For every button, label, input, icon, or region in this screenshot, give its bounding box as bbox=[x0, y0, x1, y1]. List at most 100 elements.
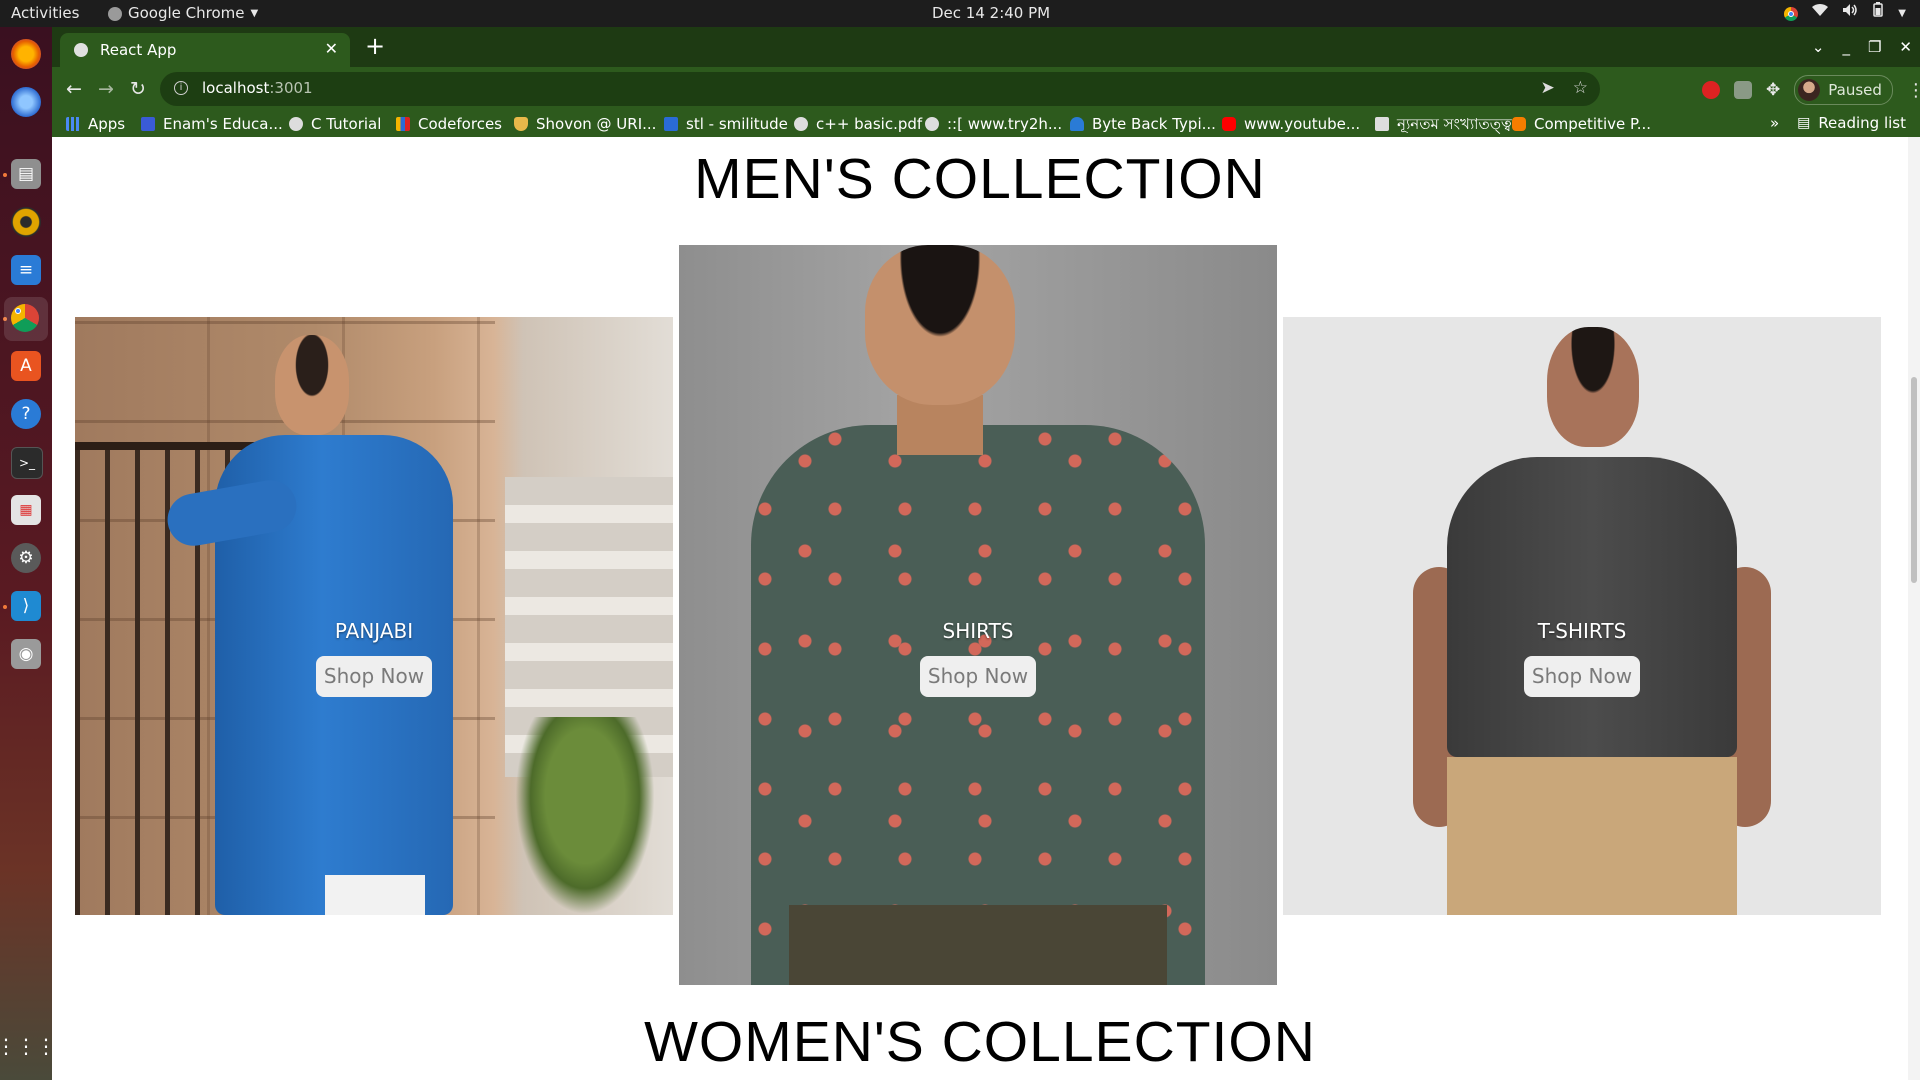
files-icon[interactable]: ▤ bbox=[11, 159, 41, 189]
blogger-icon bbox=[1512, 117, 1526, 131]
back-button[interactable]: ← bbox=[60, 75, 88, 103]
new-tab-button[interactable]: + bbox=[360, 32, 390, 62]
profile-status: Paused bbox=[1828, 81, 1882, 99]
tshirts-card: T-SHIRTS Shop Now bbox=[1283, 317, 1881, 915]
help-icon[interactable]: ? bbox=[11, 399, 41, 429]
doc-icon bbox=[1375, 117, 1389, 131]
bookmark-label: Shovon @ URI... bbox=[536, 115, 657, 133]
youtube-icon bbox=[1222, 117, 1236, 131]
shirts-card: SHIRTS Shop Now bbox=[679, 245, 1277, 985]
mens-collection-heading: MEN'S COLLECTION bbox=[694, 147, 1266, 211]
trophy-icon bbox=[514, 117, 528, 131]
bookmark-label: c++ basic.pdf bbox=[816, 115, 923, 133]
running-indicator bbox=[3, 605, 7, 609]
extension-grey-icon[interactable] bbox=[1734, 81, 1752, 99]
bookmark-item[interactable]: www.youtube... bbox=[1222, 111, 1360, 137]
reading-list-button[interactable]: ▤ Reading list bbox=[1797, 111, 1906, 135]
enam-favicon-icon bbox=[141, 117, 155, 131]
bookmark-item[interactable]: Codeforces bbox=[396, 111, 502, 137]
clock[interactable]: Dec 14 2:40 PM bbox=[932, 0, 1050, 27]
bookmark-label: Competitive P... bbox=[1534, 115, 1651, 133]
bookmark-item[interactable]: Enam's Educa... bbox=[141, 111, 283, 137]
profile-button[interactable]: Paused bbox=[1794, 75, 1893, 105]
bookmarks-bar: Apps Enam's Educa... C Tutorial Codeforc… bbox=[52, 111, 1920, 137]
bookmark-label: ন্যূনতম সংখ্যাতত্ত্ব bbox=[1397, 115, 1512, 133]
thunderbird-icon[interactable] bbox=[11, 87, 41, 117]
card-photo-trousers bbox=[789, 905, 1167, 985]
bookmarks-overflow-button[interactable]: » bbox=[1770, 111, 1779, 135]
card-photo-plant bbox=[515, 717, 655, 915]
puzzle-icon[interactable]: ✥ bbox=[1766, 80, 1780, 100]
shop-now-button[interactable]: Shop Now bbox=[1524, 656, 1640, 697]
send-icon[interactable]: ➤ bbox=[1541, 78, 1555, 98]
kebab-menu-icon[interactable]: ⋮ bbox=[1907, 80, 1920, 101]
bookmark-item[interactable]: Shovon @ URI... bbox=[514, 111, 656, 137]
status-area[interactable]: ▼ bbox=[1784, 0, 1906, 27]
vscode-icon[interactable]: ⟩ bbox=[11, 591, 41, 621]
restore-icon[interactable]: ❐ bbox=[1868, 38, 1881, 56]
bookmark-label: ::[ www.try2h... bbox=[947, 115, 1063, 133]
running-indicator bbox=[3, 173, 7, 177]
grid-icon[interactable]: ⋮⋮⋮ bbox=[0, 1031, 56, 1061]
card-photo-shirt bbox=[751, 425, 1205, 985]
disk-icon[interactable]: ◉ bbox=[11, 639, 41, 669]
site-info-icon[interactable]: i bbox=[174, 81, 188, 95]
bookmark-star-icon[interactable]: ☆ bbox=[1573, 78, 1588, 98]
card-photo-tshirt bbox=[1447, 457, 1737, 757]
codeforces-icon bbox=[396, 117, 410, 131]
globe-icon bbox=[925, 117, 939, 131]
app-menu-button[interactable]: Google Chrome ▼ bbox=[108, 0, 258, 27]
close-tab-icon[interactable]: ✕ bbox=[325, 39, 338, 58]
bookmark-item[interactable]: Apps bbox=[66, 111, 125, 137]
bookmark-item[interactable]: ::[ www.try2h... bbox=[925, 111, 1062, 137]
settings-icon[interactable]: ⚙ bbox=[11, 543, 41, 573]
writer-icon[interactable]: ≡ bbox=[11, 255, 41, 285]
react-favicon-icon bbox=[74, 43, 88, 57]
category-label: T-SHIRTS bbox=[1537, 619, 1627, 643]
bookmark-label: C Tutorial bbox=[311, 115, 382, 133]
tab-search-icon[interactable]: ⌄ bbox=[1812, 38, 1825, 56]
url-text[interactable]: localhost:3001 bbox=[202, 79, 313, 97]
chrome-icon[interactable] bbox=[11, 304, 39, 332]
avatar bbox=[1798, 79, 1821, 101]
category-label: PANJABI bbox=[334, 619, 414, 643]
bookmark-label: www.youtube... bbox=[1244, 115, 1361, 133]
page-scrollbar[interactable] bbox=[1908, 137, 1920, 1080]
reload-button[interactable]: ↻ bbox=[124, 75, 152, 103]
bookmark-item[interactable]: C Tutorial bbox=[289, 111, 381, 137]
extension-red-icon[interactable] bbox=[1702, 81, 1720, 99]
card-photo-head bbox=[275, 335, 349, 435]
terminal-icon[interactable]: >_ bbox=[11, 447, 43, 479]
reading-list-label: Reading list bbox=[1818, 114, 1906, 132]
bookmark-item[interactable]: c++ basic.pdf bbox=[794, 111, 922, 137]
bookmark-label: Enam's Educa... bbox=[163, 115, 283, 133]
shop-now-button[interactable]: Shop Now bbox=[920, 656, 1036, 697]
tab-react-app[interactable]: React App ✕ bbox=[60, 33, 350, 67]
bookmark-label: Byte Back Typi... bbox=[1092, 115, 1216, 133]
card-photo-pants bbox=[325, 875, 425, 915]
document-viewer-icon[interactable]: ▦ bbox=[11, 495, 41, 525]
forward-button[interactable]: → bbox=[92, 75, 120, 103]
address-bar[interactable]: i localhost:3001 ➤ ☆ bbox=[160, 72, 1600, 106]
system-top-bar: Activities Google Chrome ▼ Dec 14 2:40 P… bbox=[0, 0, 1920, 27]
womens-collection-heading: WOMEN'S COLLECTION bbox=[644, 1010, 1316, 1074]
software-center-icon[interactable]: A bbox=[11, 351, 41, 381]
reading-list-icon: ▤ bbox=[1797, 115, 1811, 131]
c-tutorial-icon bbox=[289, 117, 303, 131]
rhythmbox-icon[interactable] bbox=[11, 207, 41, 237]
close-window-icon[interactable]: ✕ bbox=[1899, 38, 1912, 56]
bookmark-item[interactable]: Competitive P... bbox=[1512, 111, 1651, 137]
bookmark-label: stl - smilitude bbox=[686, 115, 788, 133]
bookmark-item[interactable]: Byte Back Typi... bbox=[1070, 111, 1216, 137]
bookmark-item[interactable]: stl - smilitude bbox=[664, 111, 788, 137]
chrome-icon[interactable] bbox=[1784, 6, 1799, 21]
card-photo-shorts bbox=[1447, 757, 1737, 915]
system-menu-icon[interactable]: ▼ bbox=[1898, 0, 1906, 27]
scrollbar-thumb[interactable] bbox=[1911, 377, 1917, 583]
firefox-icon[interactable] bbox=[11, 39, 41, 69]
activities-button[interactable]: Activities bbox=[11, 0, 79, 27]
bookmark-label: Apps bbox=[88, 115, 126, 133]
minimize-icon[interactable]: _ bbox=[1842, 38, 1850, 56]
shop-now-button[interactable]: Shop Now bbox=[316, 656, 432, 697]
bookmark-item[interactable]: ন্যূনতম সংখ্যাতত্ত্ব bbox=[1375, 111, 1512, 137]
